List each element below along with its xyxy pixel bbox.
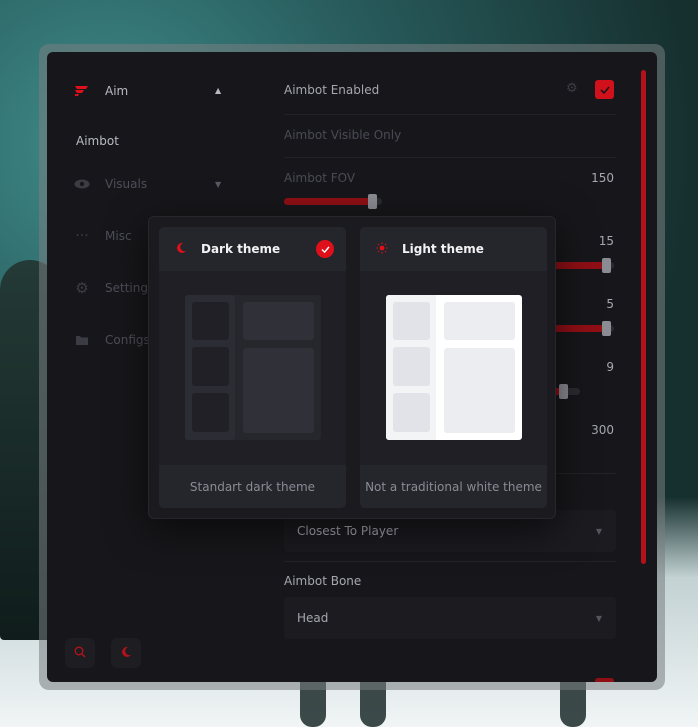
gear-icon[interactable]: ⚙ [566,81,578,96]
sidebar-item-aim[interactable]: Aim [73,81,128,101]
divider [284,157,616,158]
chevron-down-icon: ▼ [595,613,602,623]
slider-handle[interactable] [368,194,378,209]
slider-fill [284,198,378,205]
dots-icon: ··· [75,228,89,244]
setting-aimbot-enabled: Aimbot Enabled ⚙ [284,80,616,103]
sidebar-item-settings[interactable]: ⚙ Settings [73,278,154,298]
light-theme-card[interactable]: Light theme Not a traditional white them… [360,227,547,508]
partial-checkbox[interactable] [595,678,614,682]
dark-theme-header: Dark theme [159,227,346,271]
chevron-down-icon[interactable]: ▼ [215,180,221,189]
divider [284,114,616,115]
theme-toggle-button[interactable] [111,638,141,668]
scrollbar[interactable] [641,70,646,564]
aimbot-bone-dropdown[interactable]: Head ▼ [284,597,616,639]
chevron-down-icon: ▼ [595,526,602,536]
light-theme-caption: Not a traditional white theme [360,465,547,508]
theme-popup: Dark theme Standart dark theme Light the… [148,216,556,519]
moon-icon [175,242,187,257]
eye-icon [73,175,91,193]
slider-handle[interactable] [559,384,569,399]
sidebar-item-configs[interactable]: Configs [73,330,150,350]
divider [284,561,616,562]
gear-icon: ⚙ [75,279,89,297]
dark-theme-caption: Standart dark theme [159,465,346,508]
light-theme-header: Light theme [360,227,547,271]
light-theme-preview [386,295,522,440]
chevron-up-icon[interactable]: ▲ [215,86,221,95]
moon-icon [120,646,132,661]
slider-handle[interactable] [601,258,611,273]
aimbot-fov-slider[interactable] [284,194,382,209]
slider-handle[interactable] [601,321,611,336]
folder-icon [73,331,91,349]
sidebar-subitem-aimbot[interactable]: Aimbot [76,134,119,148]
dark-theme-card[interactable]: Dark theme Standart dark theme [159,227,346,508]
search-button[interactable] [65,638,95,668]
sidebar-item-misc[interactable]: ··· Misc [73,226,131,246]
sun-icon [376,242,388,257]
sidebar-item-visuals[interactable]: Visuals [73,174,147,194]
selected-check-icon [316,240,334,258]
search-icon [74,646,86,661]
dark-theme-preview [185,295,321,440]
aimbot-enabled-checkbox[interactable] [595,80,614,99]
logo-icon [73,82,91,100]
